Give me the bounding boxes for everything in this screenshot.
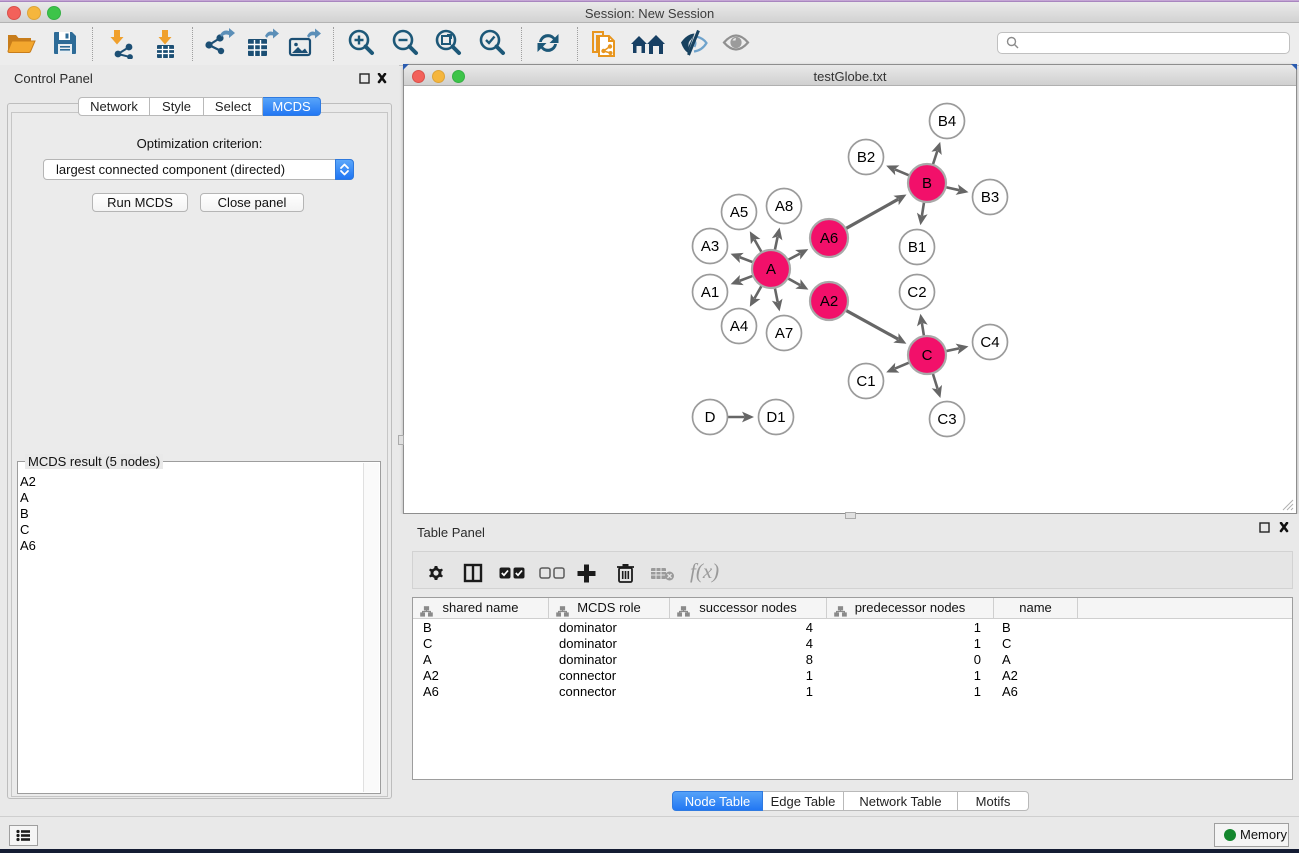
svg-text:A3: A3 bbox=[701, 238, 719, 255]
svg-text:A6: A6 bbox=[820, 230, 838, 247]
svg-text:A8: A8 bbox=[775, 198, 793, 215]
svg-text:C1: C1 bbox=[856, 373, 875, 390]
svg-text:D: D bbox=[705, 409, 716, 426]
svg-text:B2: B2 bbox=[857, 149, 875, 166]
svg-text:A4: A4 bbox=[730, 318, 748, 335]
svg-text:B4: B4 bbox=[938, 113, 956, 130]
svg-text:B3: B3 bbox=[981, 189, 999, 206]
svg-text:C2: C2 bbox=[907, 284, 926, 301]
svg-text:B1: B1 bbox=[908, 239, 926, 256]
svg-text:A1: A1 bbox=[701, 284, 719, 301]
svg-text:C: C bbox=[922, 347, 933, 364]
svg-text:D1: D1 bbox=[766, 409, 785, 426]
svg-text:C3: C3 bbox=[937, 411, 956, 428]
svg-text:A5: A5 bbox=[730, 204, 748, 221]
svg-text:A7: A7 bbox=[775, 325, 793, 342]
svg-text:A2: A2 bbox=[820, 293, 838, 310]
svg-text:A: A bbox=[766, 261, 776, 278]
svg-text:C4: C4 bbox=[980, 334, 999, 351]
svg-text:B: B bbox=[922, 175, 932, 192]
